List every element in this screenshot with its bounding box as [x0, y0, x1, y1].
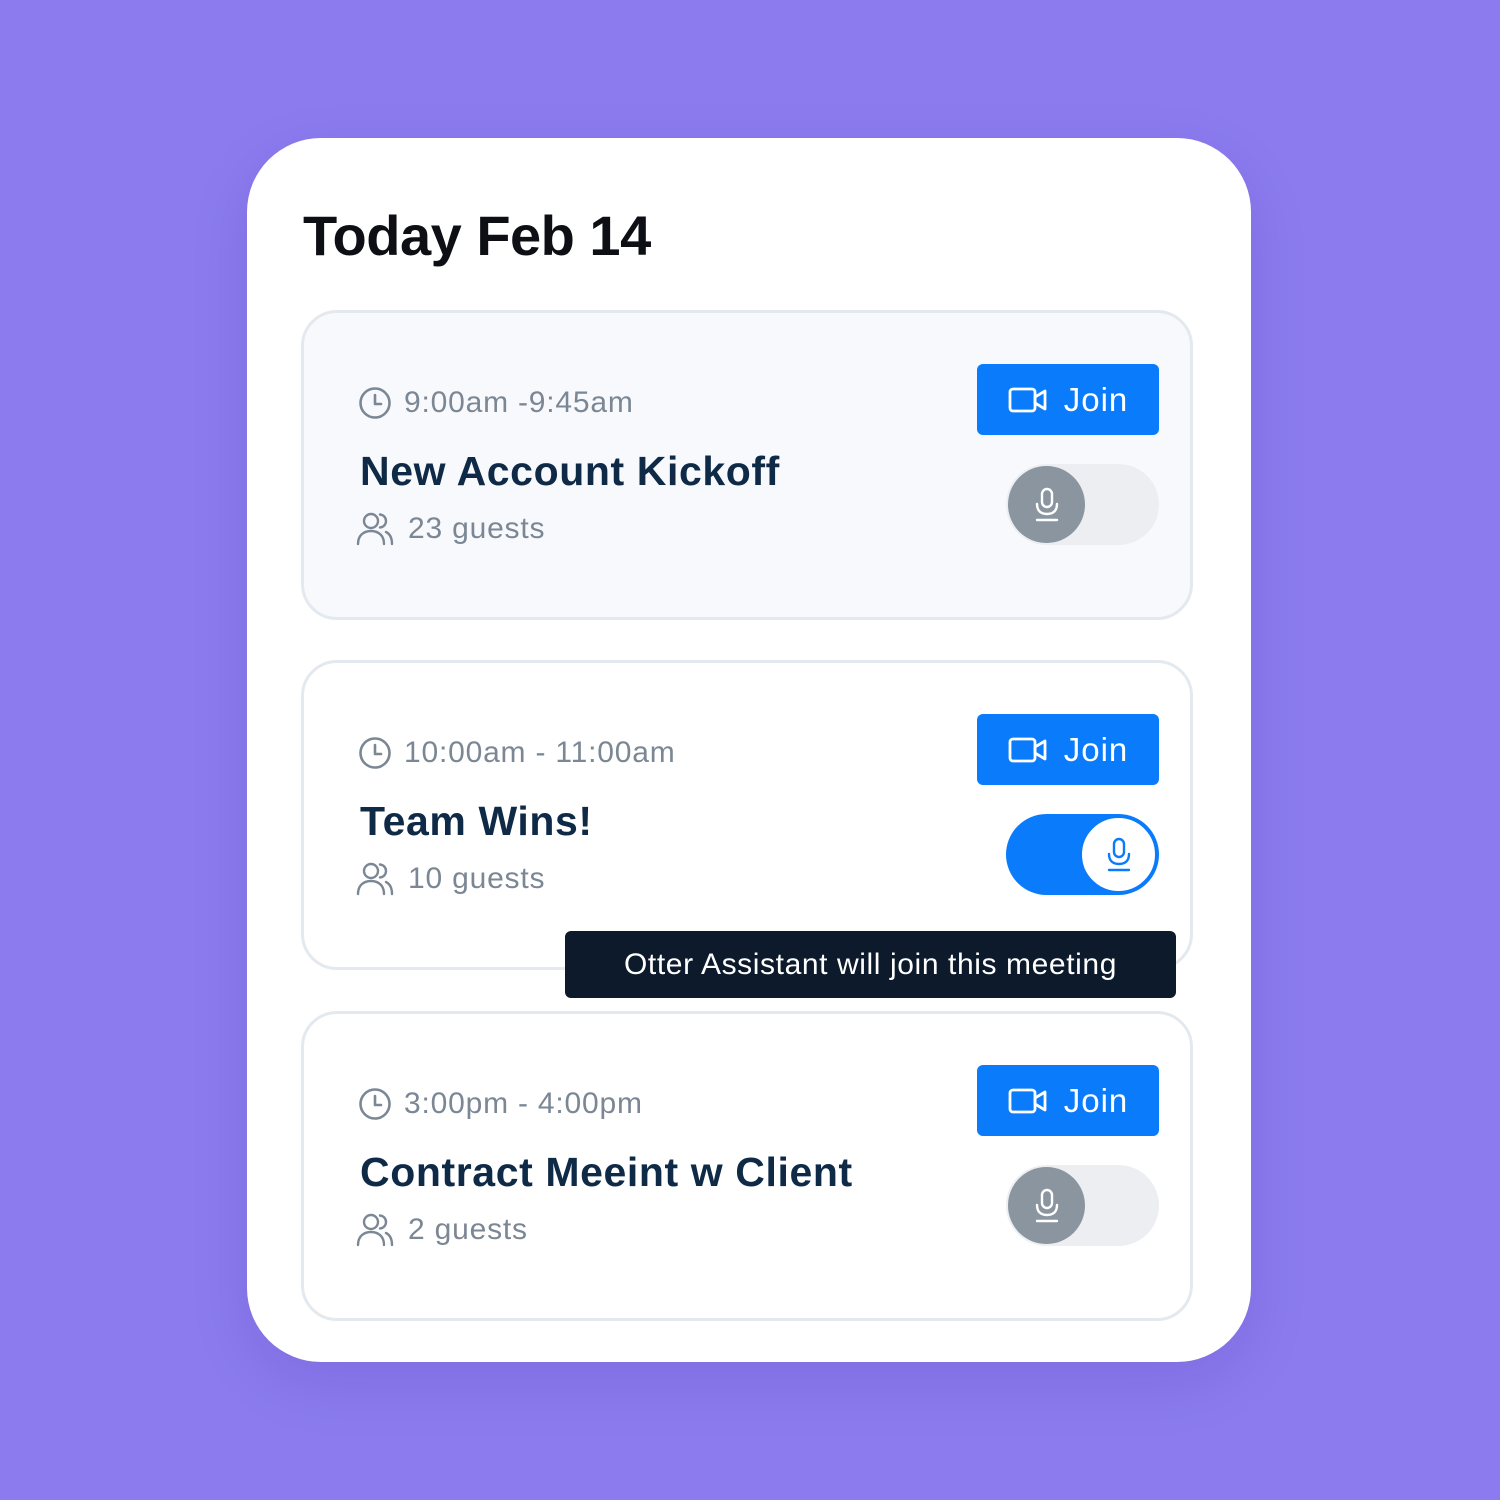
- video-camera-icon: [1008, 737, 1047, 762]
- toggle-knob: [1008, 1167, 1085, 1244]
- microphone-icon: [1035, 487, 1058, 521]
- meeting-card[interactable]: 10:00am - 11:00am Team Wins! 10 guests J…: [301, 660, 1193, 970]
- meetings-panel: Today Feb 14 9:00am -9:45am New Account …: [247, 138, 1251, 1362]
- meeting-guests-text: 2 guests: [408, 1213, 528, 1246]
- toggle-knob: [1008, 466, 1085, 543]
- meeting-title: Contract Meeint w Client: [360, 1149, 853, 1195]
- join-button-label: Join: [1063, 380, 1129, 418]
- meeting-guests: 2 guests: [356, 1210, 528, 1250]
- assistant-toggle[interactable]: [1006, 464, 1159, 545]
- microphone-icon: [1107, 837, 1130, 871]
- join-button-label: Join: [1063, 1081, 1129, 1119]
- meeting-guests: 10 guests: [356, 859, 545, 899]
- assistant-tooltip: Otter Assistant will join this meeting: [565, 931, 1176, 998]
- meeting-time: 10:00am - 11:00am: [358, 733, 676, 773]
- clock-icon: [359, 737, 391, 769]
- clock-icon: [359, 387, 391, 419]
- people-icon: [356, 862, 394, 896]
- meeting-time-text: 3:00pm - 4:00pm: [404, 1087, 643, 1120]
- video-camera-icon: [1008, 1088, 1047, 1113]
- microphone-icon: [1035, 1188, 1058, 1222]
- page-title: Today Feb 14: [303, 204, 651, 267]
- meeting-time-text: 10:00am - 11:00am: [404, 736, 676, 769]
- people-icon: [356, 1213, 394, 1247]
- people-icon: [356, 512, 394, 546]
- clock-icon: [359, 1088, 391, 1120]
- join-button-label: Join: [1063, 730, 1129, 768]
- meeting-card[interactable]: 3:00pm - 4:00pm Contract Meeint w Client…: [301, 1011, 1193, 1321]
- meeting-time-text: 9:00am -9:45am: [404, 386, 634, 419]
- meeting-guests-text: 23 guests: [408, 512, 546, 545]
- meeting-title: New Account Kickoff: [360, 448, 780, 494]
- meeting-card[interactable]: 9:00am -9:45am New Account Kickoff 23 gu…: [301, 310, 1193, 620]
- toggle-knob: [1080, 816, 1157, 893]
- meeting-time: 3:00pm - 4:00pm: [358, 1084, 643, 1124]
- meeting-title: Team Wins!: [360, 798, 593, 844]
- meeting-guests: 23 guests: [356, 509, 545, 549]
- join-button[interactable]: Join: [977, 1065, 1159, 1136]
- meeting-guests-text: 10 guests: [408, 862, 546, 895]
- assistant-toggle[interactable]: [1006, 1165, 1159, 1246]
- assistant-toggle[interactable]: [1006, 814, 1159, 895]
- video-camera-icon: [1008, 387, 1047, 412]
- join-button[interactable]: Join: [977, 364, 1159, 435]
- join-button[interactable]: Join: [977, 714, 1159, 785]
- meeting-time: 9:00am -9:45am: [358, 383, 634, 423]
